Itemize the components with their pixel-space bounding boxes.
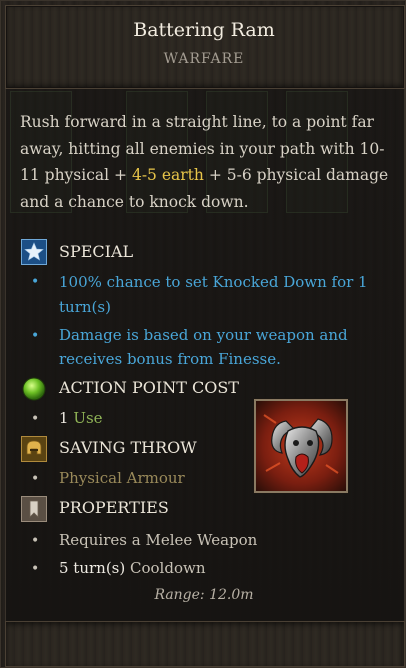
skill-tooltip: Battering Ram WARFARE Rush forward in a … xyxy=(0,0,406,668)
ap-cost-value: 1 xyxy=(59,409,69,427)
star-icon xyxy=(21,239,47,265)
cooldown-label: Cooldown xyxy=(130,559,206,577)
saving-throw-value: Physical Armour xyxy=(59,469,185,487)
weapon-requirement: Requires a Melee Weapon xyxy=(59,531,258,549)
bullet-dot: • xyxy=(31,411,40,427)
special-item-1-line-1: 100% chance to set Knocked Down for 1 xyxy=(59,273,368,291)
special-item-2-line-1: Damage is based on your weapon and xyxy=(59,326,348,344)
battering-ram-icon xyxy=(254,399,348,493)
tooltip-footer xyxy=(5,621,405,667)
skill-title: Battering Ram xyxy=(133,19,275,41)
ap-cost-section-label: ACTION POINT COST xyxy=(59,378,239,397)
special-item-1-line-2: turn(s) xyxy=(59,298,111,316)
bullet-dot: • xyxy=(31,533,40,549)
bullet-dot: • xyxy=(31,328,40,344)
special-item-2-line-2: receives bonus from Finesse. xyxy=(59,350,281,368)
ap-cost-unit: Use xyxy=(73,409,103,427)
bullet-dot: • xyxy=(31,561,40,577)
helmet-icon xyxy=(21,436,47,462)
skill-range: Range: 12.0m xyxy=(154,587,254,603)
bullet-dot: • xyxy=(31,274,40,290)
special-section-label: SPECIAL xyxy=(59,242,134,261)
skill-school: WARFARE xyxy=(163,51,245,67)
saving-throw-section-label: SAVING THROW xyxy=(59,438,197,457)
properties-section-label: PROPERTIES xyxy=(59,498,169,517)
earth-damage-text: 4-5 earth xyxy=(131,166,204,184)
bookmark-icon xyxy=(21,496,47,522)
tooltip-header xyxy=(5,5,405,89)
skill-description: Rush forward in a straight line, to a po… xyxy=(20,109,390,215)
green-orb-icon xyxy=(21,376,47,402)
ap-cost-row: 1 Use xyxy=(59,406,103,430)
bullet-dot: • xyxy=(31,471,40,487)
cooldown-row: 5 turn(s) Cooldown xyxy=(59,556,205,580)
cooldown-value: 5 turn(s) xyxy=(59,559,126,577)
